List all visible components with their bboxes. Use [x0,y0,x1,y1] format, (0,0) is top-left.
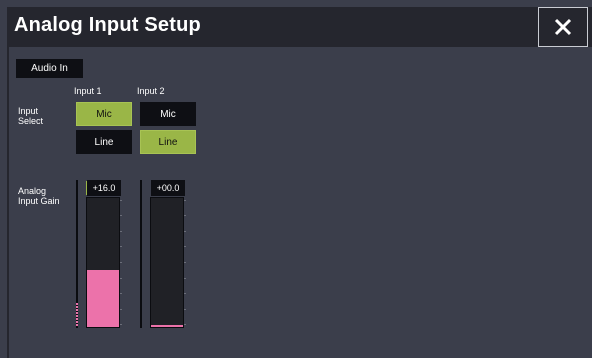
input1-gain-fader-fill [87,270,119,327]
title-bar: Analog Input Setup [7,7,592,47]
window-title: Analog Input Setup [14,14,201,36]
input1-fader-scale [120,200,122,325]
column-header-input-1: Input 1 [74,86,102,96]
input2-gain-fader-fill [151,325,183,327]
column-header-input-2: Input 2 [137,86,165,96]
gain-label-line1: Analog [18,186,47,196]
input2-fader-scale [184,200,186,325]
input-select-label: Input Select [18,106,43,126]
input-select-label-line1: Input [18,106,39,116]
analog-input-gain-label: Analog Input Gain [18,186,60,206]
input1-gain-value: +16.0 [87,180,121,196]
input2-mic-button[interactable]: Mic [140,102,196,126]
input2-line-button[interactable]: Line [140,130,196,154]
input1-mic-button[interactable]: Mic [76,102,132,126]
gain-label-line2: Input Gain [18,196,60,206]
input1-gain-fader[interactable] [86,197,120,328]
close-icon [554,18,572,36]
input2-level-meter [140,180,142,328]
close-button[interactable] [538,7,588,47]
input-select-label-line2: Select [18,116,44,126]
input2-gain-fader[interactable] [150,197,184,328]
input1-level-meter-signal [76,303,78,327]
panel-edge [7,47,9,358]
input2-gain-value: +00.0 [151,180,185,196]
tab-audio-in[interactable]: Audio In [16,59,83,78]
input1-line-button[interactable]: Line [76,130,132,154]
